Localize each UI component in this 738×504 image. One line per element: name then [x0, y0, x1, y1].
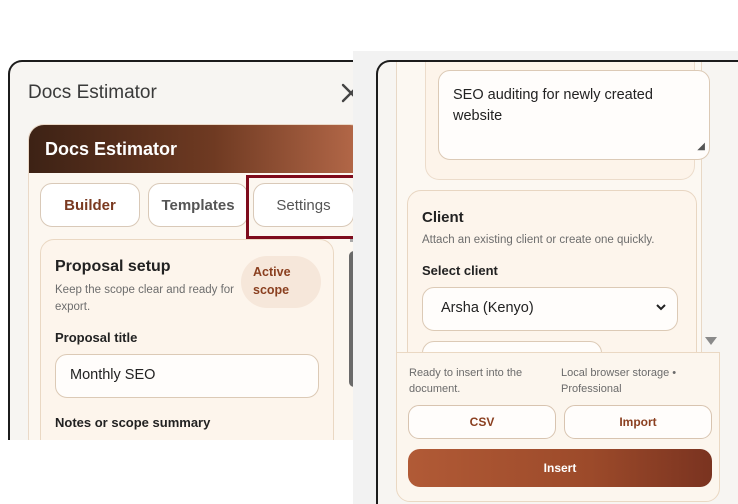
estimator-card: Docs Estimator Builder Templates Setting… [28, 124, 366, 440]
select-client-label: Select client [422, 263, 498, 278]
notes-textarea[interactable]: SEO auditing for newly created website ◢ [438, 70, 710, 160]
proposal-title-label: Proposal title [55, 330, 138, 345]
tab-templates[interactable]: Templates [148, 183, 248, 227]
notes-text: SEO auditing for newly created website [453, 87, 653, 124]
settings-highlight-box [246, 175, 362, 239]
insert-status-text: Ready to insert into the document. [409, 367, 523, 395]
proposal-setup-section: Proposal setup Keep the scope clear and … [40, 239, 334, 440]
scroll-down-icon[interactable] [704, 334, 718, 346]
client-title: Client [422, 209, 464, 226]
scroll-content: SEO auditing for newly created website ◢… [396, 62, 710, 390]
right-sidebar-panel: SEO auditing for newly created website ◢… [376, 60, 738, 504]
panel-title: Docs Estimator [28, 82, 157, 103]
import-button[interactable]: Import [564, 405, 712, 439]
proposal-title-input[interactable]: Monthly SEO [55, 354, 319, 398]
tab-builder[interactable]: Builder [40, 183, 140, 227]
left-sidebar-panel: Docs Estimator Docs Estimator Builder Te… [8, 60, 382, 440]
panel-header: Docs Estimator [10, 62, 380, 122]
action-footer: Ready to insert into the document. Local… [396, 352, 720, 502]
section-title: Proposal setup [55, 258, 171, 275]
client-select-value: Arsha (Kenyo) [441, 300, 534, 316]
section-description: Keep the scope clear and ready for expor… [55, 284, 235, 313]
notes-card: SEO auditing for newly created website ◢ [425, 62, 710, 180]
notes-label: Notes or scope summary [55, 415, 211, 430]
csv-button[interactable]: CSV [408, 405, 556, 439]
client-select[interactable]: Arsha (Kenyo) [422, 287, 678, 331]
resize-grip-icon[interactable]: ◢ [697, 136, 705, 157]
chevron-down-icon [655, 300, 667, 316]
client-description: Attach an existing client or create one … [422, 234, 655, 246]
status-badge: Active scope [241, 256, 321, 308]
storage-status-text: Local browser storage • Professional [561, 367, 677, 395]
banner-title: Docs Estimator [29, 125, 365, 173]
screen: Docs Estimator Docs Estimator Builder Te… [0, 0, 738, 504]
insert-button[interactable]: Insert [408, 449, 712, 487]
